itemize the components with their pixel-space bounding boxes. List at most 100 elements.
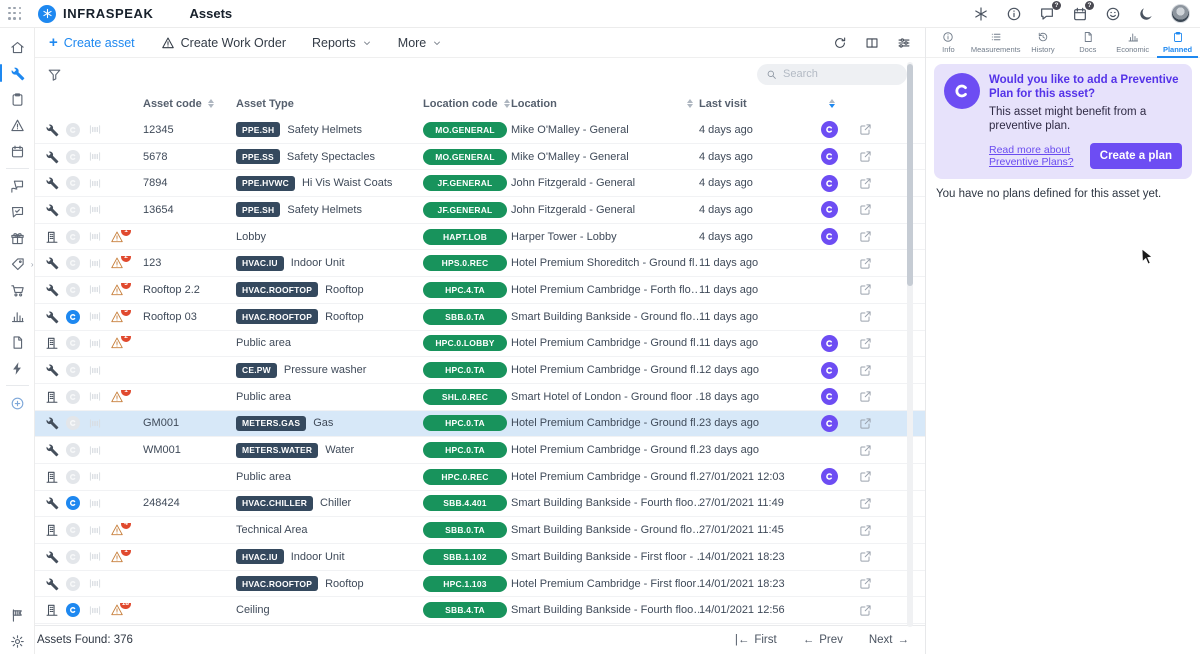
location-code-badge[interactable]: HAPT.LOB <box>423 229 507 245</box>
table-row[interactable]: GM001METERS.GASGasHPC.0.TAHotel Premium … <box>35 411 925 438</box>
app-grid-icon[interactable] <box>8 7 22 21</box>
table-row[interactable]: 1Public areaSHL.0.RECSmart Hotel of Lond… <box>35 384 925 411</box>
table-settings-icon[interactable] <box>897 36 911 50</box>
sidebar-item-utilities-bolt[interactable] <box>0 355 35 381</box>
preventive-plan-indicator-icon[interactable] <box>821 335 838 352</box>
failures-warning-icon[interactable]: 1 <box>110 390 125 404</box>
tab-info[interactable]: Info <box>926 28 971 57</box>
filter-funnel-icon[interactable] <box>47 67 62 82</box>
open-asset-cell[interactable] <box>847 177 883 190</box>
table-row[interactable]: 12345PPE.SHSafety HelmetsMO.GENERALMike … <box>35 117 925 144</box>
status-circle-icon[interactable] <box>66 256 80 270</box>
table-row[interactable]: 4Technical AreaSBB.0.TASmart Building Ba… <box>35 517 925 544</box>
column-location-code[interactable]: Location code <box>423 98 511 110</box>
tab-economic[interactable]: Economic <box>1110 28 1155 57</box>
scrollbar-thumb[interactable] <box>907 64 913 286</box>
sidebar-item-clipboard[interactable] <box>0 86 35 112</box>
column-last-visit[interactable]: Last visit <box>699 98 811 110</box>
location-code-badge[interactable]: HPS.0.REC <box>423 255 507 271</box>
status-circle-icon[interactable] <box>66 310 80 324</box>
sort-icon[interactable] <box>208 99 214 109</box>
open-asset-cell[interactable] <box>847 150 883 163</box>
open-asset-cell[interactable] <box>847 577 883 590</box>
location-code-badge[interactable]: SBB.4.TA <box>423 602 507 618</box>
table-row[interactable]: 7894PPE.HVWCHi Vis Waist CoatsJF.GENERAL… <box>35 170 925 197</box>
search-box[interactable] <box>757 64 907 85</box>
failures-warning-icon[interactable]: 3 <box>110 283 125 297</box>
preventive-plan-indicator-icon[interactable] <box>821 148 838 165</box>
location-code-badge[interactable]: SHL.0.REC <box>423 389 507 405</box>
reports-menu[interactable]: Reports <box>312 36 372 50</box>
status-circle-icon[interactable] <box>66 203 80 217</box>
sidebar-item-approvals-chat[interactable] <box>0 199 35 225</box>
open-asset-cell[interactable] <box>847 417 883 430</box>
preventive-plan-indicator-icon[interactable] <box>821 121 838 138</box>
sidebar-item-calendar[interactable] <box>0 138 35 164</box>
table-row[interactable]: 5678PPE.SSSafety SpectaclesMO.GENERALMik… <box>35 144 925 171</box>
preventive-plan-indicator-icon[interactable] <box>821 415 838 432</box>
preventive-plan-indicator-icon[interactable] <box>821 468 838 485</box>
location-code-badge[interactable]: SBB.4.401 <box>423 495 507 511</box>
location-code-badge[interactable]: HPC.0.LOBBY <box>423 335 507 351</box>
more-menu[interactable]: More <box>398 36 442 50</box>
table-row[interactable]: 2Public areaHPC.0.LOBBYHotel Premium Cam… <box>35 331 925 358</box>
column-asset-code[interactable]: Asset code <box>143 98 236 110</box>
location-code-badge[interactable]: HPC.0.REC <box>423 469 507 485</box>
sort-icon[interactable] <box>504 99 510 109</box>
table-row[interactable]: 1HVAC.IUIndoor UnitSBB.1.102Smart Buildi… <box>35 544 925 571</box>
sidebar-item-analytics-chart[interactable] <box>0 303 35 329</box>
page-prev-button[interactable]: ←Prev <box>803 634 843 646</box>
open-asset-cell[interactable] <box>847 230 883 243</box>
status-circle-icon[interactable] <box>66 603 80 617</box>
columns-icon[interactable] <box>865 36 879 50</box>
sort-icon[interactable] <box>687 99 693 109</box>
preventive-plan-indicator-icon[interactable] <box>821 175 838 192</box>
create-plan-button[interactable]: Create a plan <box>1090 143 1182 169</box>
table-row[interactable]: CE.PWPressure washerHPC.0.TAHotel Premiu… <box>35 357 925 384</box>
info-icon[interactable] <box>1006 6 1022 22</box>
table-row[interactable]: Public areaHPC.0.RECHotel Premium Cambri… <box>35 464 925 491</box>
sidebar-item-wrench-assets[interactable] <box>0 60 35 86</box>
sidebar-item-home[interactable] <box>0 34 35 60</box>
preventive-plan-indicator-icon[interactable] <box>821 388 838 405</box>
open-asset-cell[interactable] <box>847 283 883 296</box>
status-circle-icon[interactable] <box>66 496 80 510</box>
location-code-badge[interactable]: SBB.0.TA <box>423 309 507 325</box>
table-row[interactable]: 18CeilingSBB.4.TASmart Building Bankside… <box>35 597 925 624</box>
failures-warning-icon[interactable]: 2 <box>110 256 125 270</box>
sidebar-item-settings-gear[interactable] <box>0 628 35 654</box>
tab-measurements[interactable]: Measurements <box>971 28 1021 57</box>
status-circle-icon[interactable] <box>66 470 80 484</box>
status-circle-icon[interactable] <box>66 363 80 377</box>
sidebar-item-purchases-cart[interactable] <box>0 277 35 303</box>
open-asset-cell[interactable] <box>847 364 883 377</box>
page-first-button[interactable]: |←First <box>735 634 777 646</box>
failures-warning-icon[interactable]: 3 <box>110 310 125 324</box>
sidebar-item-add-plus[interactable] <box>0 390 35 416</box>
status-circle-icon[interactable] <box>66 336 80 350</box>
location-code-badge[interactable]: HPC.0.TA <box>423 442 507 458</box>
sidebar-item-milestones-flag[interactable] <box>0 602 35 628</box>
location-code-badge[interactable]: SBB.1.102 <box>423 549 507 565</box>
sparkle-icon[interactable] <box>973 6 989 22</box>
table-row[interactable]: 2123HVAC.IUIndoor UnitHPS.0.RECHotel Pre… <box>35 250 925 277</box>
sidebar-item-documents[interactable] <box>0 329 35 355</box>
smiley-icon[interactable] <box>1105 6 1121 22</box>
user-avatar[interactable] <box>1171 4 1190 23</box>
status-circle-icon[interactable] <box>66 523 80 537</box>
status-circle-icon[interactable] <box>66 150 80 164</box>
create-asset-button[interactable]: + Create asset <box>49 35 135 50</box>
open-asset-cell[interactable] <box>847 310 883 323</box>
tab-planned[interactable]: Planned <box>1155 28 1200 57</box>
status-circle-icon[interactable] <box>66 390 80 404</box>
failures-warning-icon[interactable]: 18 <box>110 603 125 617</box>
preventive-plan-indicator-icon[interactable] <box>821 362 838 379</box>
page-next-button[interactable]: Next→ <box>869 634 909 646</box>
open-asset-cell[interactable] <box>847 470 883 483</box>
preventive-plans-link[interactable]: Read more about Preventive Plans? <box>989 144 1082 168</box>
table-row[interactable]: HVAC.ROOFTOPRooftopHPC.1.103Hotel Premiu… <box>35 571 925 598</box>
dark-mode-moon-icon[interactable] <box>1138 6 1154 22</box>
sort-icon-active[interactable] <box>829 99 835 109</box>
calendar-help-icon[interactable]: ? <box>1072 6 1088 22</box>
preventive-plan-indicator-icon[interactable] <box>821 201 838 218</box>
